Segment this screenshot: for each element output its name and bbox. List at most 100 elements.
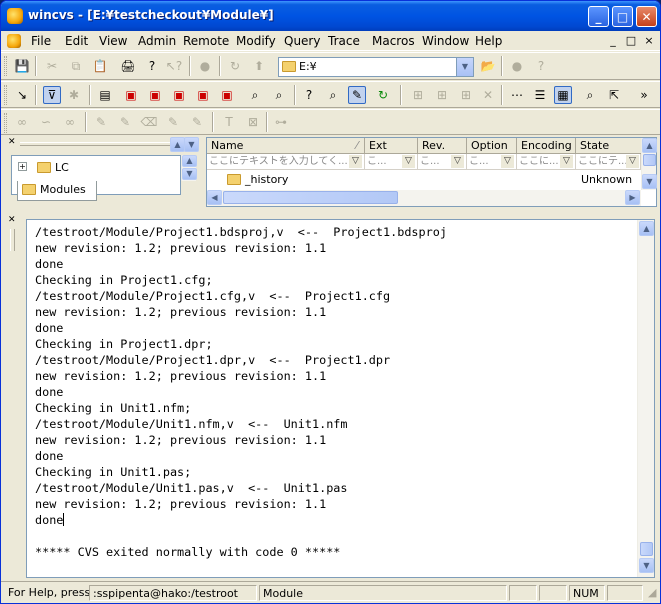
drive-combo[interactable]: E:¥ ▼ (278, 57, 474, 77)
tree-scrollbar[interactable]: ▲ ▼ (181, 155, 197, 181)
print-icon[interactable]: 🖨 (119, 57, 137, 75)
graph-icon[interactable]: ∞ (13, 113, 31, 131)
output-console[interactable]: /testroot/Module/Project1.bdsproj,v <-- … (26, 219, 655, 578)
column-header-name[interactable]: Name ⁄ (207, 138, 365, 154)
filter-option-input[interactable]: こ... ▽ (467, 154, 517, 170)
pen-merge-icon[interactable]: ✎ (188, 113, 206, 131)
filter-icon[interactable]: ▽ (560, 155, 573, 168)
filter-ext-input[interactable]: こ... ▽ (365, 154, 418, 170)
mdi-restore-icon[interactable]: □ (623, 33, 639, 48)
file-list-vscroll[interactable]: ▲ ▼ (641, 138, 657, 190)
filter-icon[interactable]: ▽ (626, 155, 639, 168)
browse-folder-icon[interactable]: 📂 (479, 57, 497, 75)
context-help-icon[interactable]: ↖? (165, 57, 183, 75)
eraser-icon[interactable]: ⌫ (140, 113, 158, 131)
details-view-icon[interactable]: ▦ (554, 86, 572, 104)
tab-modules[interactable]: Modules (17, 181, 97, 201)
copy-icon[interactable]: ⧉ (67, 57, 85, 75)
search-icon[interactable]: ⌕ (581, 86, 599, 104)
scroll-down-icon[interactable]: ▼ (639, 558, 654, 573)
ignore-filter-icon[interactable]: ✱ (65, 86, 83, 104)
toolbar-grip[interactable] (4, 85, 7, 105)
mdi-close-icon[interactable]: × (641, 33, 657, 48)
minimize-button[interactable]: _ (588, 6, 609, 27)
add-icon[interactable]: ▣ (170, 86, 188, 104)
wincvs-app-icon[interactable] (7, 8, 23, 24)
menu-macros[interactable]: Macros (372, 34, 415, 48)
chevron-down-icon[interactable]: ▼ (456, 58, 473, 76)
tree-item-lc[interactable]: LC (37, 161, 69, 174)
reload-icon[interactable]: ↻ (374, 86, 392, 104)
scroll-thumb[interactable] (223, 191, 398, 204)
pen-icon[interactable]: ✎ (92, 113, 110, 131)
scroll-thumb[interactable] (643, 154, 656, 166)
stop-icon[interactable]: ● (196, 57, 214, 75)
filter-rev-input[interactable]: こ... ▽ (418, 154, 467, 170)
refresh-view-icon[interactable]: ↻ (226, 57, 244, 75)
update-icon[interactable]: ▣ (122, 86, 140, 104)
expand-icon[interactable]: + (18, 162, 27, 171)
checkout-icon[interactable]: ▤ (96, 86, 114, 104)
annotate-icon[interactable]: ⌕ (324, 86, 342, 104)
more-tools-icon[interactable]: » (635, 86, 653, 104)
output-scrollbar[interactable]: ▲ ▼ (637, 220, 654, 577)
menu-window[interactable]: Window (422, 34, 469, 48)
up-folder-icon[interactable]: ⬆ (250, 57, 268, 75)
file-row[interactable]: _history (227, 172, 288, 188)
column-header-state[interactable]: State (576, 138, 641, 154)
title-bar[interactable]: wincvs - [E:¥testcheckout¥Module¥] _ □ ✕ (1, 1, 660, 31)
graph-diff-icon[interactable]: ∞ (61, 113, 79, 131)
menu-modify[interactable]: Modify (236, 34, 276, 48)
branch-icon[interactable]: ⊞ (433, 86, 451, 104)
menu-admin[interactable]: Admin (138, 34, 176, 48)
menu-trace[interactable]: Trace (328, 34, 360, 48)
paste-icon[interactable]: 📋 (91, 57, 109, 75)
scroll-up-icon[interactable]: ▲ (182, 155, 197, 167)
filter-name-input[interactable]: ここにテキストを入力してく... ▽ (207, 154, 365, 170)
filter-icon[interactable]: ▽ (501, 155, 514, 168)
column-header-rev[interactable]: Rev. (418, 138, 467, 154)
column-header-option[interactable]: Option (467, 138, 517, 154)
text-icon[interactable]: T (220, 113, 238, 131)
commit-icon[interactable]: ▣ (146, 86, 164, 104)
tree-graph-icon[interactable]: ⊶ (272, 113, 290, 131)
scroll-up-icon[interactable]: ▲ (642, 138, 657, 153)
filter-icon[interactable]: ▽ (402, 155, 415, 168)
add-binary-icon[interactable]: ▣ (194, 86, 212, 104)
stop-command-icon[interactable]: ● (508, 57, 526, 75)
document-menu-icon[interactable] (7, 34, 21, 48)
toolbar-grip[interactable] (4, 113, 7, 133)
menu-edit[interactable]: Edit (65, 34, 88, 48)
column-header-ext[interactable]: Ext (365, 138, 418, 154)
log-icon[interactable]: ⌕ (270, 86, 288, 104)
whats-this-icon[interactable]: ? (532, 57, 550, 75)
scroll-left-icon[interactable]: ◀ (207, 190, 222, 205)
menu-remote[interactable]: Remote (183, 34, 229, 48)
diff-icon[interactable]: ⌕ (246, 86, 264, 104)
scroll-down-icon[interactable]: ▼ (184, 137, 199, 152)
file-list-hscroll[interactable]: ◀ ▶ (207, 190, 641, 206)
pane-grip[interactable] (20, 142, 170, 146)
help-icon[interactable]: ? (143, 57, 161, 75)
text-edit-icon[interactable]: ⊠ (244, 113, 262, 131)
filter-icon[interactable]: ▽ (451, 155, 464, 168)
filter-state-input[interactable]: ここにテ... ▽ (576, 154, 641, 170)
go-arrow-icon[interactable]: ↘ (13, 86, 31, 104)
close-button[interactable]: ✕ (636, 6, 657, 27)
delete-icon[interactable]: ✕ (479, 86, 497, 104)
scroll-down-icon[interactable]: ▼ (182, 168, 197, 180)
pane-close-icon[interactable]: ✕ (8, 215, 16, 225)
scroll-up-icon[interactable]: ▲ (170, 137, 185, 152)
filter-icon[interactable]: ▽ (349, 155, 362, 168)
list-view-icon[interactable]: ☰ (531, 86, 549, 104)
pane-close-icon[interactable]: ✕ (8, 137, 18, 149)
status-query-icon[interactable]: ? (300, 86, 318, 104)
tag-icon[interactable]: ⊞ (409, 86, 427, 104)
mdi-minimize-icon[interactable]: _ (605, 33, 621, 48)
filter-encoding-input[interactable]: ここに... ▽ (517, 154, 576, 170)
scroll-right-icon[interactable]: ▶ (625, 190, 640, 205)
flat-view-icon[interactable]: ⋯ (508, 86, 526, 104)
save-icon[interactable]: 💾 (13, 57, 31, 75)
remove-icon[interactable]: ▣ (218, 86, 236, 104)
pen-tag-icon[interactable]: ✎ (116, 113, 134, 131)
